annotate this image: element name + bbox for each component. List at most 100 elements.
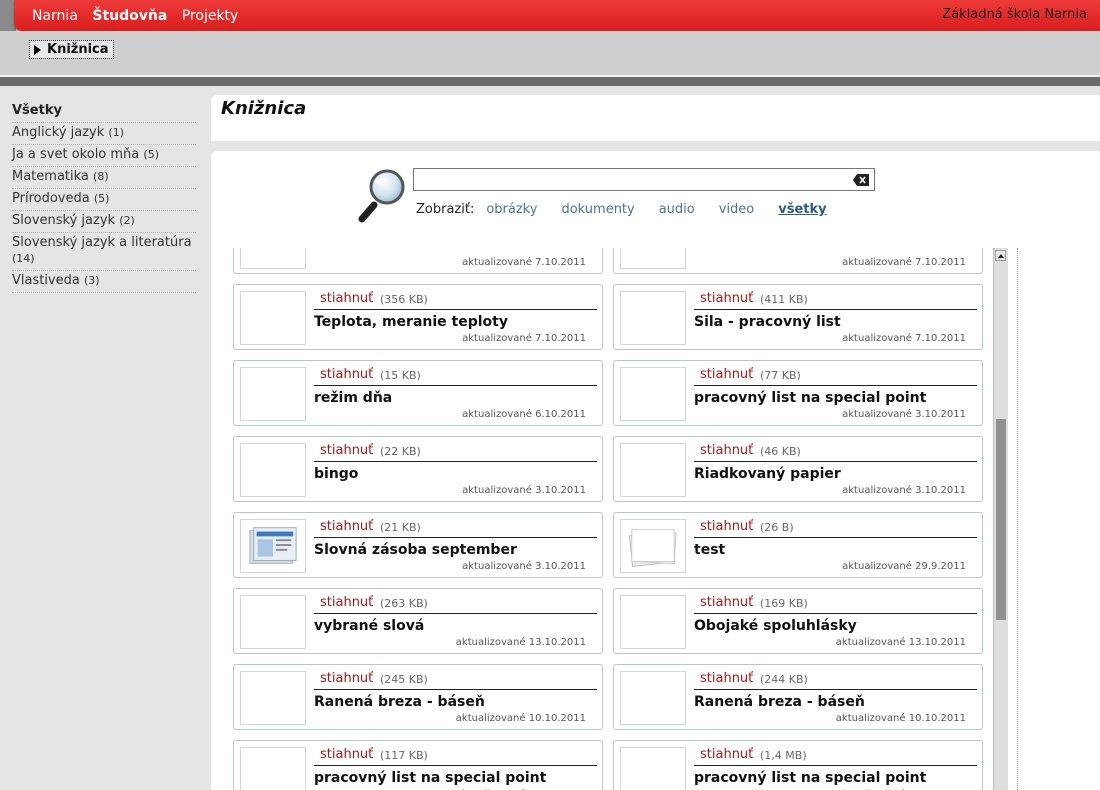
download-link[interactable]: stiahnuť	[320, 747, 373, 762]
file-card: stiahnuť (263 KB) vybrané slová aktualizova…	[233, 588, 603, 654]
filter-audio[interactable]: audio	[659, 202, 695, 217]
card-divider	[314, 309, 597, 310]
category-item[interactable]: Slovenský jazyk (2)	[12, 211, 196, 233]
download-link[interactable]: stiahnuť	[700, 595, 753, 610]
file-thumbnail[interactable]	[240, 595, 306, 649]
file-thumbnail[interactable]	[620, 747, 686, 790]
file-name[interactable]: pracovný list na special point	[694, 770, 926, 786]
nav-item-narnia[interactable]: Narnia	[32, 8, 78, 24]
updated-prefix: aktualizované	[842, 409, 912, 420]
scroll-thumb[interactable]	[996, 419, 1006, 620]
file-name[interactable]: Ranená breza - báseň	[694, 694, 865, 710]
file-size: (244 KB)	[760, 673, 808, 686]
card-divider	[314, 537, 597, 538]
file-thumbnail[interactable]	[240, 443, 306, 497]
nav-item-studovna[interactable]: Študovňa	[92, 8, 167, 24]
scrollbar[interactable]	[993, 248, 1008, 790]
file-name[interactable]: Obojaké spoluhlásky	[694, 618, 857, 634]
download-link[interactable]: stiahnuť	[320, 291, 373, 306]
category-count: (5)	[93, 192, 110, 205]
download-link[interactable]: stiahnuť	[700, 367, 753, 382]
file-thumbnail[interactable]	[240, 519, 306, 573]
updated-date: aktualizované 29.9.2011	[842, 561, 966, 572]
breadcrumb[interactable]: Knižnica	[29, 40, 114, 59]
file-thumbnail[interactable]	[620, 367, 686, 421]
file-name[interactable]: Ranená breza - báseň	[314, 694, 485, 710]
filter-images[interactable]: obrázky	[486, 202, 537, 217]
card-divider	[314, 385, 597, 386]
triangle-right-icon	[34, 44, 41, 55]
category-count: (8)	[93, 170, 109, 183]
updated-prefix: aktualizované	[842, 485, 912, 496]
download-link[interactable]: stiahnuť	[320, 443, 373, 458]
updated-date: aktualizované 10.10.2011	[456, 713, 586, 724]
category-item[interactable]: Slovenský jazyk a literatúra (14)	[12, 233, 196, 271]
download-link[interactable]: stiahnuť	[700, 671, 753, 686]
file-size: (245 KB)	[380, 673, 428, 686]
card-divider	[314, 461, 597, 462]
file-name[interactable]: Sila - pracovný list	[694, 314, 841, 330]
search-input[interactable]	[413, 168, 875, 191]
category-item[interactable]: Ja a svet okolo mňa (5)	[12, 145, 196, 167]
file-name[interactable]: Teplota, meranie teploty	[314, 314, 508, 330]
file-thumbnail[interactable]	[620, 248, 686, 269]
file-thumbnail[interactable]	[240, 291, 306, 345]
download-link[interactable]: stiahnuť	[700, 443, 753, 458]
nav-item-projekty[interactable]: Projekty	[182, 8, 239, 24]
file-name[interactable]: Riadkovaný papier	[694, 466, 841, 482]
file-thumbnail[interactable]	[620, 671, 686, 725]
file-thumbnail[interactable]	[620, 291, 686, 345]
category-item[interactable]: Matematika (8)	[12, 167, 196, 189]
download-link[interactable]: stiahnuť	[700, 747, 753, 762]
file-thumbnail[interactable]	[240, 367, 306, 421]
download-link[interactable]: stiahnuť	[700, 519, 753, 534]
download-link[interactable]: stiahnuť	[320, 519, 373, 534]
clear-search-icon[interactable]	[853, 174, 869, 186]
category-item[interactable]: Prírodoveda (5)	[12, 189, 196, 211]
updated-date: aktualizované 13.10.2011	[456, 637, 586, 648]
updated-prefix: aktualizované	[842, 561, 912, 572]
file-name[interactable]: vybrané slová	[314, 618, 424, 634]
card-divider	[694, 613, 977, 614]
file-list: aktualizované 7.10.2011 aktualizované 7.1…	[233, 248, 985, 790]
file-card: stiahnuť (244 KB) Ranená breza - báseň aktu…	[613, 664, 983, 730]
file-thumbnail[interactable]	[620, 443, 686, 497]
download-link[interactable]: stiahnuť	[320, 367, 373, 382]
filter-documents[interactable]: dokumenty	[561, 202, 634, 217]
category-label: Vlastiveda	[12, 273, 80, 288]
file-name[interactable]: Slovná zásoba september	[314, 542, 517, 558]
category-label: Slovenský jazyk a literatúra	[12, 235, 192, 250]
file-size: (15 KB)	[380, 369, 421, 382]
file-name[interactable]: pracovný list na special point	[314, 770, 546, 786]
download-link[interactable]: stiahnuť	[320, 671, 373, 686]
scroll-up-button[interactable]	[995, 250, 1006, 261]
file-card: stiahnuť (22 KB) bingo aktualizované 3.10.2…	[233, 436, 603, 502]
file-name[interactable]: bingo	[314, 466, 358, 482]
file-card: stiahnuť (245 KB) Ranená breza - báseň aktu…	[233, 664, 603, 730]
filter-bar: Zobraziť: obrázky dokumenty audio video …	[416, 202, 851, 217]
card-divider	[694, 765, 977, 766]
card-divider	[314, 689, 597, 690]
updated-prefix: aktualizované	[842, 257, 912, 268]
file-thumbnail[interactable]	[240, 671, 306, 725]
file-name[interactable]: režim dňa	[314, 390, 392, 406]
updated-value: 13.10.2011	[908, 637, 966, 648]
category-all[interactable]: Všetky	[12, 101, 196, 123]
download-link[interactable]: stiahnuť	[320, 595, 373, 610]
school-name[interactable]: Základná škola Narnia	[942, 7, 1087, 22]
file-thumbnail[interactable]	[620, 519, 686, 573]
file-thumbnail[interactable]	[240, 248, 306, 269]
filter-all[interactable]: všetky	[778, 202, 826, 217]
category-item[interactable]: Anglický jazyk (1)	[12, 123, 196, 145]
updated-value: 6.10.2011	[535, 409, 586, 420]
filter-video[interactable]: video	[719, 202, 755, 217]
file-card: stiahnuť (26 B) test aktualizované 29.9.201…	[613, 512, 983, 578]
filter-label: Zobraziť:	[416, 202, 475, 217]
file-name[interactable]: pracovný list na special point	[694, 390, 926, 406]
download-link[interactable]: stiahnuť	[700, 291, 753, 306]
file-name[interactable]: test	[694, 542, 725, 558]
file-thumbnail[interactable]	[620, 595, 686, 649]
category-item[interactable]: Vlastiveda (3)	[12, 271, 196, 293]
card-divider	[314, 765, 597, 766]
file-thumbnail[interactable]	[240, 747, 306, 790]
